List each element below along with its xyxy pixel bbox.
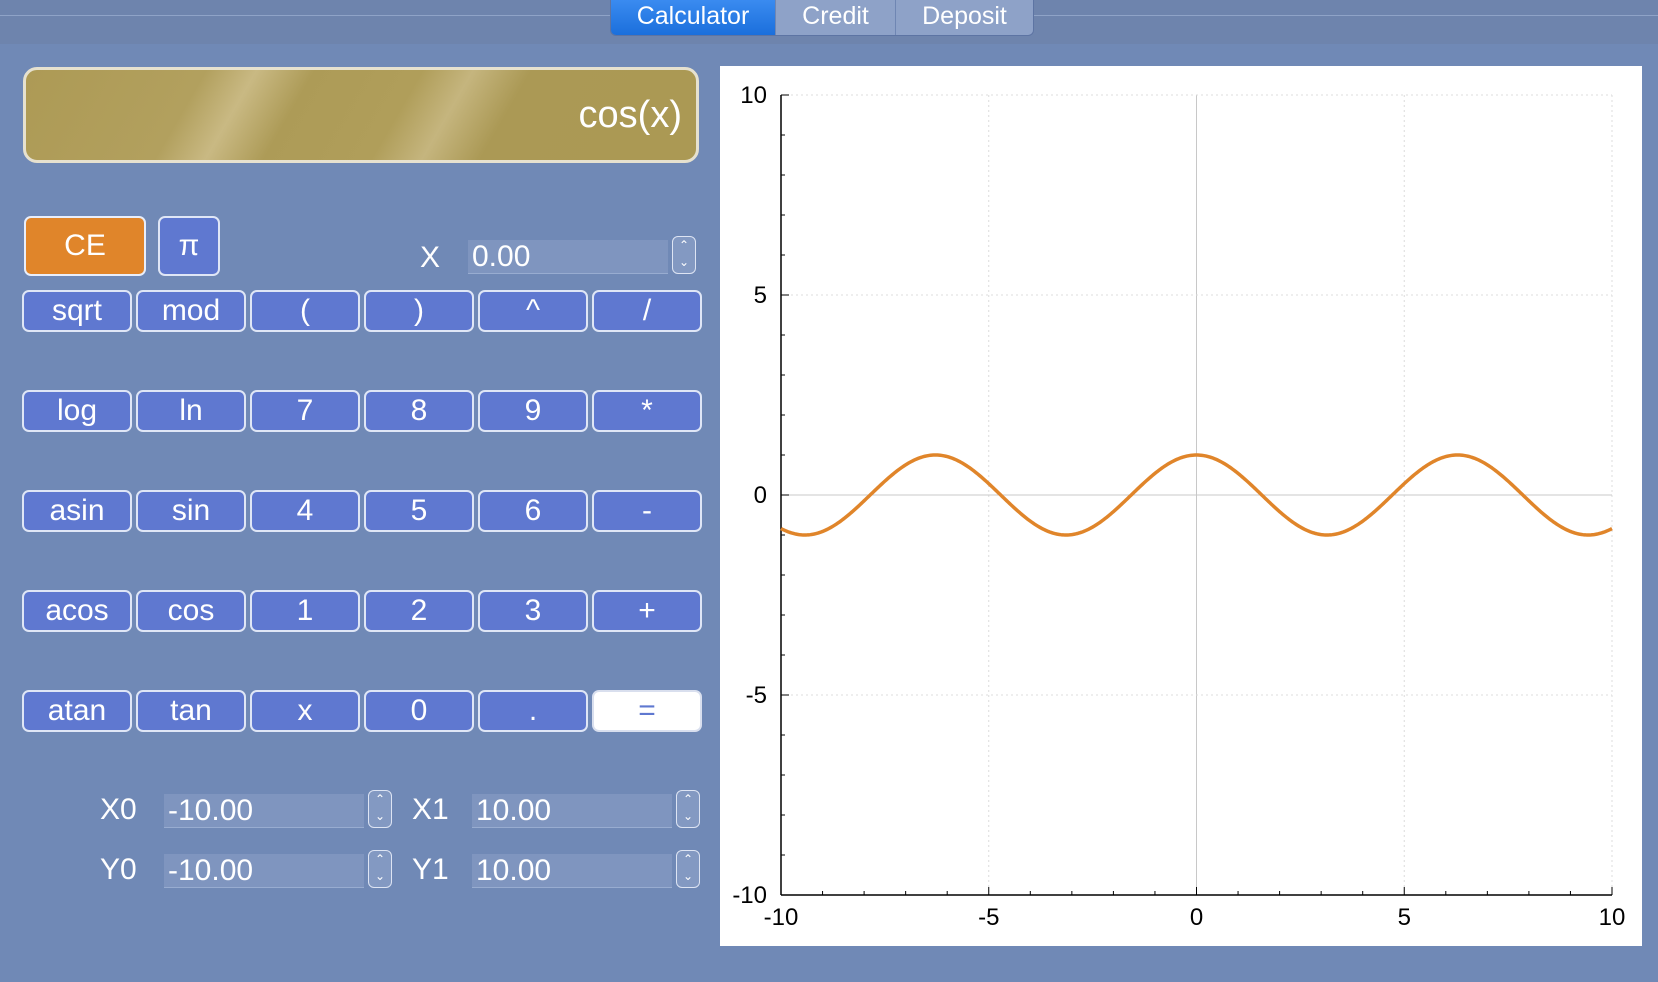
x-tick-label: 5	[1398, 904, 1411, 931]
y-tick-label: -5	[746, 682, 767, 709]
y-tick-label: -10	[732, 882, 767, 909]
x-variable-button[interactable]: x	[250, 690, 360, 732]
y-tick-label: 0	[754, 482, 767, 509]
plus-button[interactable]: +	[592, 590, 702, 632]
x1-label: X1	[412, 793, 449, 826]
equals-button[interactable]: =	[592, 690, 702, 732]
ln-button[interactable]: ln	[136, 390, 246, 432]
x-tick-label: 0	[1190, 904, 1203, 931]
function-plot: -10 -5 0 5 10 10 5 0 -5 -10	[732, 82, 1626, 931]
close-paren-button[interactable]: )	[364, 290, 474, 332]
chevron-down-icon: ⌄	[374, 869, 386, 883]
digit-7-button[interactable]: 7	[250, 390, 360, 432]
y-tick-label: 10	[740, 82, 767, 109]
clear-button[interactable]: CE	[24, 216, 146, 276]
atan-button[interactable]: atan	[22, 690, 132, 732]
y0-field[interactable]	[164, 854, 364, 888]
digit-5-button[interactable]: 5	[364, 490, 474, 532]
x-stepper[interactable]: ⌃ ⌄	[672, 236, 696, 274]
x-tick-label: 10	[1599, 904, 1626, 931]
digit-3-button[interactable]: 3	[478, 590, 588, 632]
digit-2-button[interactable]: 2	[364, 590, 474, 632]
digit-8-button[interactable]: 8	[364, 390, 474, 432]
chevron-down-icon: ⌄	[374, 809, 386, 823]
digit-0-button[interactable]: 0	[364, 690, 474, 732]
tab-group: Calculator Credit Deposit	[610, 0, 1034, 36]
mod-button[interactable]: mod	[136, 290, 246, 332]
multiply-button[interactable]: *	[592, 390, 702, 432]
decimal-button[interactable]: .	[478, 690, 588, 732]
y1-field[interactable]	[472, 854, 672, 888]
y1-stepper[interactable]: ⌃ ⌄	[676, 850, 700, 888]
digit-1-button[interactable]: 1	[250, 590, 360, 632]
asin-button[interactable]: asin	[22, 490, 132, 532]
log-button[interactable]: log	[22, 390, 132, 432]
chevron-up-icon: ⌃	[374, 852, 386, 866]
graph-panel: -10 -5 0 5 10 10 5 0 -5 -10	[720, 66, 1642, 946]
x-label: X	[420, 241, 441, 274]
y0-stepper[interactable]: ⌃ ⌄	[368, 850, 392, 888]
cos-button[interactable]: cos	[136, 590, 246, 632]
divide-button[interactable]: /	[592, 290, 702, 332]
sqrt-button[interactable]: sqrt	[22, 290, 132, 332]
y-tick-label: 5	[754, 282, 767, 309]
x1-stepper[interactable]: ⌃ ⌄	[676, 790, 700, 828]
chevron-up-icon: ⌃	[374, 792, 386, 806]
expression-display: cos(x)	[23, 67, 699, 163]
minus-button[interactable]: -	[592, 490, 702, 532]
x0-stepper[interactable]: ⌃ ⌄	[368, 790, 392, 828]
digit-6-button[interactable]: 6	[478, 490, 588, 532]
open-paren-button[interactable]: (	[250, 290, 360, 332]
chevron-down-icon: ⌄	[678, 255, 690, 269]
x1-field[interactable]	[472, 794, 672, 828]
acos-button[interactable]: acos	[22, 590, 132, 632]
digit-9-button[interactable]: 9	[478, 390, 588, 432]
pi-button[interactable]: π	[158, 216, 220, 276]
chevron-up-icon: ⌃	[678, 238, 690, 252]
y0-label: Y0	[100, 853, 137, 886]
x-value-field[interactable]	[468, 240, 668, 274]
tab-credit[interactable]: Credit	[775, 0, 895, 35]
x-tick-label: -10	[764, 904, 799, 931]
x0-field[interactable]	[164, 794, 364, 828]
tan-button[interactable]: tan	[136, 690, 246, 732]
chevron-down-icon: ⌄	[682, 809, 694, 823]
tab-bar: Calculator Credit Deposit	[0, 0, 1658, 44]
tab-calculator[interactable]: Calculator	[611, 0, 775, 35]
x0-label: X0	[100, 793, 137, 826]
chevron-up-icon: ⌃	[682, 792, 694, 806]
tab-deposit[interactable]: Deposit	[895, 0, 1033, 35]
x-tick-label: -5	[978, 904, 999, 931]
chevron-up-icon: ⌃	[682, 852, 694, 866]
sin-button[interactable]: sin	[136, 490, 246, 532]
power-button[interactable]: ^	[478, 290, 588, 332]
digit-4-button[interactable]: 4	[250, 490, 360, 532]
chevron-down-icon: ⌄	[682, 869, 694, 883]
y1-label: Y1	[412, 853, 449, 886]
